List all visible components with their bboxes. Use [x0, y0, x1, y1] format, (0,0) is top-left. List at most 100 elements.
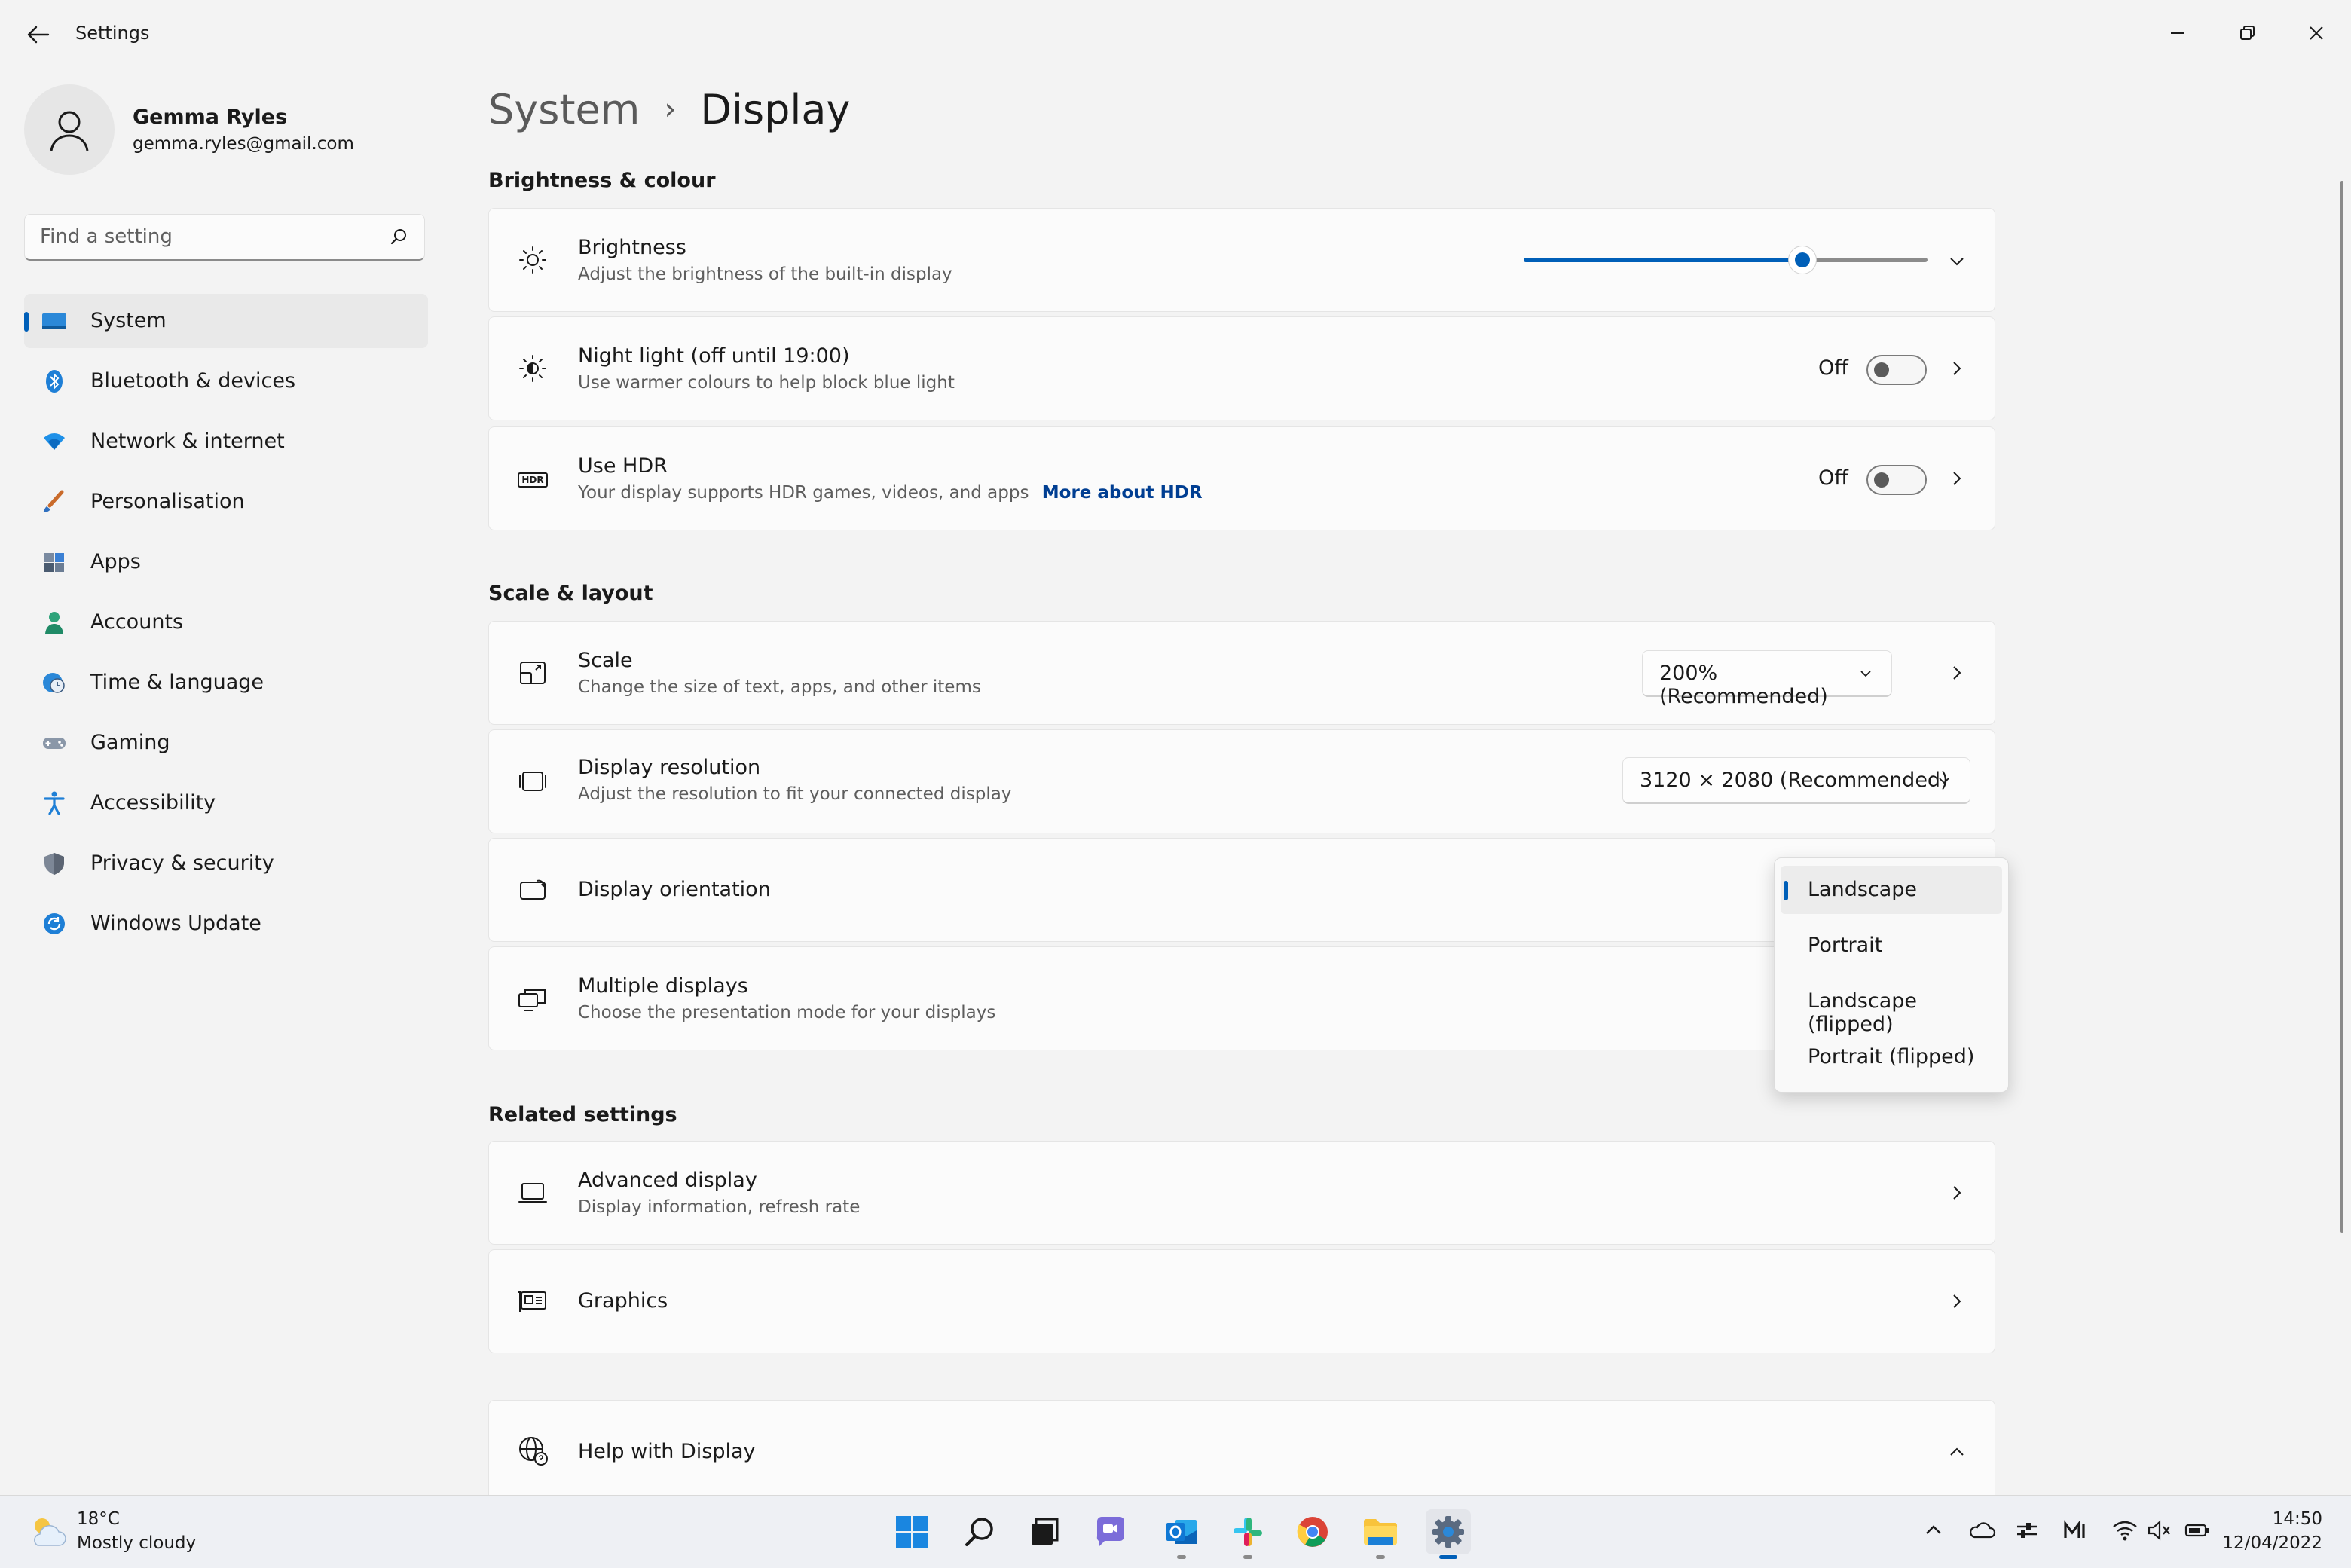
- avatar[interactable]: [24, 84, 115, 175]
- wifi-icon: [2113, 1521, 2137, 1541]
- option-label: Portrait (flipped): [1808, 1045, 1975, 1068]
- settings-taskbar-button[interactable]: [1426, 1509, 1471, 1559]
- clock-date[interactable]: 12/04/2022: [2215, 1533, 2322, 1553]
- resolution-card[interactable]: Display resolution Adjust the resolution…: [488, 729, 1995, 833]
- night-light-toggle[interactable]: [1866, 355, 1927, 385]
- sidebar-item-time-language[interactable]: Time & language: [24, 656, 428, 710]
- sidebar-item-label: Network & internet: [90, 429, 285, 453]
- chevron-right-icon[interactable]: [1946, 1291, 1967, 1312]
- scrollbar[interactable]: [2340, 181, 2343, 1233]
- cloudy-weather-icon[interactable]: [27, 1512, 69, 1551]
- chrome-button[interactable]: [1290, 1509, 1335, 1554]
- sidebar-item-privacy[interactable]: Privacy & security: [24, 836, 428, 891]
- show-hidden-icons-button[interactable]: [1918, 1515, 1949, 1545]
- help-card[interactable]: Help with Display: [488, 1400, 1995, 1505]
- person-icon: [50, 111, 89, 151]
- orientation-option-landscape-flipped[interactable]: Landscape (flipped): [1781, 977, 2002, 1036]
- hdr-subtitle-row: Your display supports HDR games, videos,…: [578, 483, 1203, 503]
- scale-icon: [520, 662, 546, 684]
- chat-icon: [1096, 1517, 1124, 1547]
- chat-button[interactable]: [1088, 1509, 1133, 1554]
- more-about-hdr-link[interactable]: More about HDR: [1042, 483, 1203, 503]
- chrome-icon: [1297, 1517, 1328, 1547]
- taskbar-search-button[interactable]: [957, 1509, 1002, 1554]
- sidebar-item-label: Accessibility: [90, 791, 216, 815]
- search-input[interactable]: Find a setting: [24, 214, 425, 261]
- chevron-up-icon: [1926, 1525, 1941, 1534]
- onedrive-tray-icon[interactable]: [1967, 1515, 1997, 1545]
- sidebar-item-windows-update[interactable]: Windows Update: [24, 897, 428, 951]
- graphics-card[interactable]: Graphics: [488, 1249, 1995, 1353]
- sidebar-item-accessibility[interactable]: Accessibility: [24, 776, 428, 830]
- sidebar-item-apps[interactable]: Apps: [24, 535, 428, 589]
- hdr-card[interactable]: HDR Use HDR Your display supports HDR ga…: [488, 426, 1995, 530]
- app-tray-icon[interactable]: [2060, 1515, 2090, 1545]
- bluetooth-icon: [46, 370, 63, 393]
- user-email: gemma.ryles@gmail.com: [133, 134, 354, 154]
- brightness-subtitle: Adjust the brightness of the built-in di…: [578, 264, 952, 284]
- orientation-option-portrait[interactable]: Portrait: [1781, 922, 2002, 970]
- wifi-tray-icon[interactable]: [2110, 1515, 2140, 1545]
- breadcrumb-separator: ›: [664, 92, 677, 127]
- gamepad-icon: [43, 738, 66, 749]
- person-icon: [45, 612, 63, 634]
- sidebar-item-bluetooth[interactable]: Bluetooth & devices: [24, 354, 428, 408]
- hdr-toggle[interactable]: [1866, 465, 1927, 495]
- advanced-display-card[interactable]: Advanced display Display information, re…: [488, 1141, 1995, 1245]
- task-view-icon: [1032, 1518, 1059, 1545]
- night-light-title: Night light (off until 19:00): [578, 344, 850, 368]
- minimize-button[interactable]: [2155, 11, 2200, 56]
- title-bar: [0, 0, 2351, 72]
- chevron-up-icon[interactable]: [1946, 1441, 1967, 1463]
- sidebar-item-label: System: [90, 309, 167, 332]
- task-view-button[interactable]: [1022, 1509, 1067, 1554]
- scale-select[interactable]: 200% (Recommended): [1642, 650, 1892, 708]
- wifi-icon: [44, 433, 65, 450]
- hdr-badge: HDR: [518, 472, 548, 488]
- taskbar: 18°C Mostly cloudy 14:50 12/04/2022: [0, 1495, 2351, 1568]
- sidebar-item-accounts[interactable]: Accounts: [24, 595, 428, 650]
- back-button[interactable]: [23, 20, 53, 50]
- chevron-right-icon[interactable]: [1946, 662, 1967, 683]
- resolution-select[interactable]: 3120 × 2080 (Recommended): [1622, 757, 1970, 804]
- scale-subtitle: Change the size of text, apps, and other…: [578, 677, 981, 697]
- weather-description: Mostly cloudy: [77, 1533, 197, 1553]
- battery-tray-icon[interactable]: [2182, 1515, 2212, 1545]
- sidebar-item-gaming[interactable]: Gaming: [24, 716, 428, 770]
- chevron-right-icon[interactable]: [1946, 1182, 1967, 1203]
- restore-icon: [2240, 26, 2255, 40]
- breadcrumb: System › Display: [488, 86, 850, 133]
- brightness-slider-thumb[interactable]: [1787, 246, 1817, 274]
- graphics-card-icon: [518, 1291, 546, 1312]
- slack-button[interactable]: [1225, 1509, 1270, 1559]
- sidebar-item-network[interactable]: Network & internet: [24, 414, 428, 469]
- window-title: Settings: [75, 23, 150, 44]
- file-explorer-button[interactable]: [1358, 1509, 1403, 1559]
- chevron-right-icon[interactable]: [1946, 468, 1967, 489]
- section-related-settings: Related settings: [488, 1103, 677, 1126]
- restore-button[interactable]: [2224, 11, 2270, 56]
- volume-tray-icon[interactable]: [2145, 1515, 2175, 1545]
- orientation-option-portrait-flipped[interactable]: Portrait (flipped): [1781, 1033, 2002, 1081]
- orientation-option-landscape[interactable]: Landscape: [1781, 866, 2002, 914]
- chevron-right-icon[interactable]: [1946, 358, 1967, 379]
- sliders-icon: [2017, 1523, 2037, 1538]
- sidebar-item-personalisation[interactable]: Personalisation: [24, 475, 428, 529]
- clock-time[interactable]: 14:50: [2250, 1509, 2322, 1529]
- multiple-displays-icon: [518, 989, 546, 1011]
- orientation-icon: [520, 879, 546, 900]
- night-light-card[interactable]: Night light (off until 19:00) Use warmer…: [488, 316, 1995, 420]
- breadcrumb-parent[interactable]: System: [488, 86, 640, 133]
- chevron-down-icon[interactable]: [1946, 251, 1967, 272]
- close-button[interactable]: [2294, 11, 2339, 56]
- sidebar-item-system[interactable]: System: [24, 294, 428, 348]
- orientation-card[interactable]: Display orientation: [488, 838, 1995, 942]
- apps-icon: [44, 553, 64, 572]
- outlook-button[interactable]: [1159, 1509, 1204, 1559]
- scale-card[interactable]: Scale Change the size of text, apps, and…: [488, 621, 1995, 725]
- sidebar-item-label: Gaming: [90, 731, 170, 754]
- multiple-displays-card[interactable]: Multiple displays Choose the presentatio…: [488, 946, 1995, 1050]
- start-button[interactable]: [889, 1509, 934, 1554]
- sync-tray-icon[interactable]: [2012, 1515, 2042, 1545]
- user-name: Gemma Ryles: [133, 105, 288, 129]
